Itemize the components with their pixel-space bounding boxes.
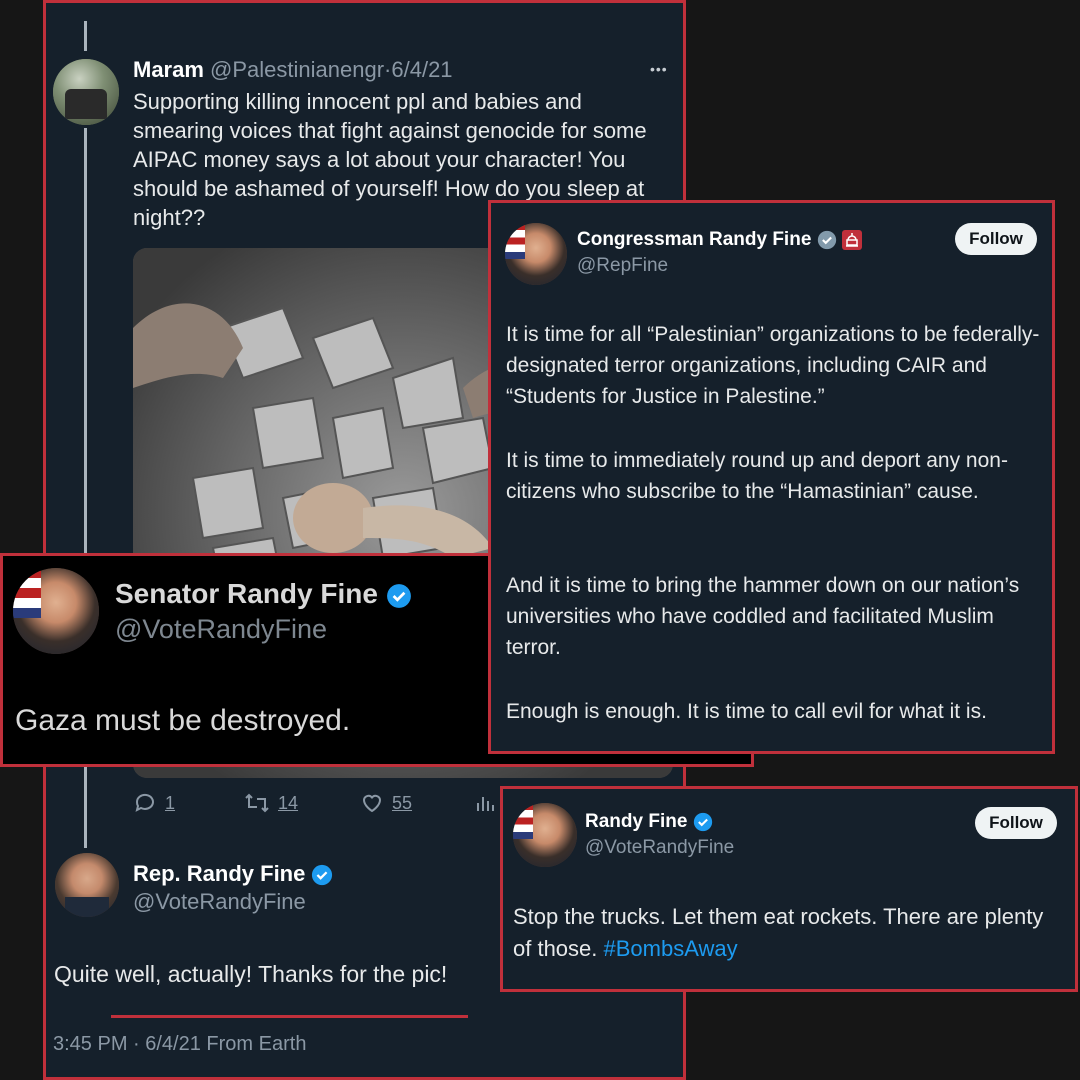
rep-fine-reply-text: Quite well, actually! Thanks for the pic… [54,961,448,987]
rep-fine-name[interactable]: Rep. Randy Fine [133,861,305,886]
senator-tweet-text: Gaza must be destroyed. [15,704,351,737]
verified-badge-icon [312,865,333,886]
more-options-icon[interactable]: ••• [650,61,668,77]
maram-name[interactable]: Maram [133,57,204,82]
congressman-text-p1: It is time for all “Palestinian” organiz… [506,323,1040,408]
randy-tweet-text: Stop the trucks. Let them eat rockets. T… [513,901,1053,965]
reply-count: 1 [165,792,176,813]
congressman-tweet-card: Congressman Randy Fine @RepFine Follow I… [488,200,1055,754]
randy-name[interactable]: Randy Fine [585,811,687,832]
capitol-icon [841,229,862,250]
maram-avatar[interactable] [53,59,119,125]
randy-handle[interactable]: @VoteRandyFine [585,837,734,859]
maram-date[interactable]: 6/4/21 [391,57,452,82]
rep-fine-handle[interactable]: @VoteRandyFine [133,889,306,915]
senator-name[interactable]: Senator Randy Fine [115,578,378,609]
rep-fine-avatar[interactable] [55,853,119,917]
bombsaway-hashtag[interactable]: #BombsAway [604,936,738,961]
views-stat[interactable] [474,791,498,815]
randy-avatar[interactable] [513,803,577,867]
follow-button[interactable]: Follow [955,223,1037,255]
maram-handle[interactable]: @Palestinianengr [210,57,384,82]
retweet-stat[interactable]: 14 [244,791,298,815]
congressman-text-p4: Enough is enough. It is time to call evi… [506,700,987,723]
retweet-icon [245,793,269,813]
retweet-count: 14 [278,792,299,813]
follow-button[interactable]: Follow [975,807,1057,839]
reply-icon [135,793,154,812]
randy-tweet-body: Stop the trucks. Let them eat rockets. T… [513,904,1044,961]
heart-icon [362,794,382,813]
senator-handle[interactable]: @VoteRandyFine [115,614,327,645]
congressman-text-p2: It is time to immediately round up and d… [506,449,1008,503]
like-stat[interactable]: 55 [360,791,412,815]
congressman-name[interactable]: Congressman Randy Fine [577,229,811,250]
reply-timestamp: 3:45 PM · 6/4/21 From Earth [53,1033,307,1055]
reply-stat[interactable]: 1 [133,791,175,815]
verified-badge-icon [386,583,411,608]
congressman-text-p3: And it is time to bring the hammer down … [506,574,1020,659]
randy-tweet-card: Randy Fine @VoteRandyFine Follow Stop th… [500,786,1078,992]
views-icon [477,797,494,811]
congressman-avatar[interactable] [505,223,567,285]
congressman-handle[interactable]: @RepFine [577,255,668,277]
thread-line [84,21,87,51]
verified-badge-icon [693,812,712,832]
like-count: 55 [392,792,413,813]
reply-divider [111,1015,468,1018]
verified-badge-icon [817,230,836,250]
senator-avatar[interactable] [13,568,99,654]
